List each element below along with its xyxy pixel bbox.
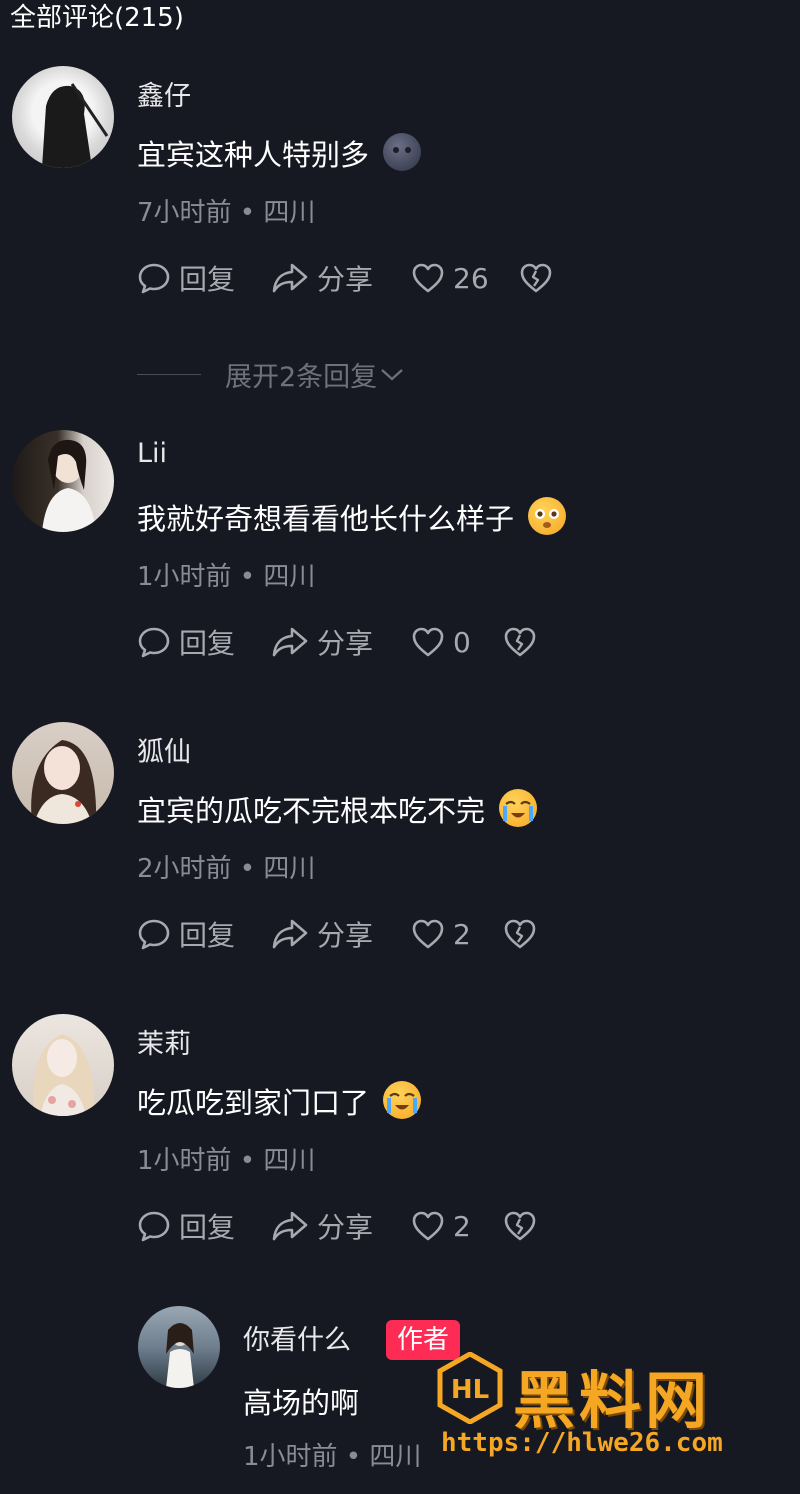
share-label: 分享 bbox=[317, 1211, 374, 1244]
share-icon bbox=[272, 627, 308, 657]
comment-actions: 回复 分享 2 bbox=[137, 1206, 537, 1246]
like-count: 2 bbox=[453, 917, 471, 951]
comment-actions: 回复 分享 2 bbox=[137, 914, 537, 954]
like-button[interactable]: 2 bbox=[411, 1210, 503, 1243]
heart-icon bbox=[412, 1211, 444, 1241]
like-button[interactable]: 0 bbox=[411, 626, 503, 659]
comment-text: 宜宾这种人特别多 bbox=[137, 132, 422, 174]
reply-meta: 1小时前 • 四川 bbox=[243, 1442, 422, 1472]
comment-username[interactable]: 鑫仔 bbox=[137, 74, 191, 113]
comment-meta: 1小时前 • 四川 bbox=[137, 1146, 316, 1176]
heart-icon bbox=[412, 627, 444, 657]
reply-username[interactable]: 你看什么 bbox=[243, 1318, 351, 1357]
pleading-face-emoji bbox=[528, 497, 567, 535]
reply-icon bbox=[138, 263, 170, 294]
divider bbox=[137, 373, 201, 375]
comment-username[interactable]: 狐仙 bbox=[137, 730, 191, 769]
crying-loudly-emoji bbox=[383, 1081, 422, 1119]
avatar[interactable] bbox=[12, 430, 114, 532]
reply-icon bbox=[138, 919, 170, 950]
avatar[interactable] bbox=[12, 722, 114, 824]
dislike-button[interactable] bbox=[519, 262, 553, 294]
broken-heart-icon bbox=[504, 627, 536, 657]
reply-label: 回复 bbox=[179, 1211, 236, 1244]
reply-button[interactable]: 回复 bbox=[137, 258, 271, 298]
comment-text: 吃瓜吃到家门口了 bbox=[137, 1080, 422, 1122]
comment-actions: 回复 分享 26 bbox=[137, 258, 553, 298]
avatar[interactable] bbox=[12, 66, 114, 168]
reply-icon bbox=[138, 1211, 170, 1242]
share-label: 分享 bbox=[317, 263, 374, 296]
reply-button[interactable]: 回复 bbox=[137, 1206, 271, 1246]
broken-heart-icon bbox=[504, 919, 536, 949]
comment-username[interactable]: 茉莉 bbox=[137, 1022, 191, 1061]
comment-meta: 2小时前 • 四川 bbox=[137, 854, 316, 884]
heart-icon bbox=[412, 263, 444, 293]
reply-button[interactable]: 回复 bbox=[137, 914, 271, 954]
hl-logo-icon: HL bbox=[437, 1352, 503, 1424]
comment-meta: 1小时前 • 四川 bbox=[137, 562, 316, 592]
broken-heart-icon bbox=[520, 263, 552, 293]
expand-replies[interactable]: 展开2条回复 bbox=[137, 354, 405, 394]
dislike-button[interactable] bbox=[503, 626, 537, 658]
watermark: HL 黑料网 https://hlwe26.com bbox=[437, 1350, 767, 1470]
reply-label: 回复 bbox=[179, 263, 236, 296]
avatar[interactable] bbox=[12, 1014, 114, 1116]
expand-replies-label: 展开2条回复 bbox=[225, 361, 378, 393]
broken-heart-icon bbox=[504, 1211, 536, 1241]
comment-username[interactable]: Lii bbox=[137, 438, 167, 469]
heart-icon bbox=[412, 919, 444, 949]
share-button[interactable]: 分享 bbox=[271, 1206, 411, 1246]
watermark-title: 黑料网 bbox=[513, 1364, 712, 1437]
comment-text: 宜宾的瓜吃不完根本吃不完 bbox=[137, 788, 538, 830]
reply-label: 回复 bbox=[179, 919, 236, 952]
comment-meta: 7小时前 • 四川 bbox=[137, 198, 316, 228]
watermark-url: https://hlwe26.com bbox=[441, 1428, 723, 1458]
like-button[interactable]: 26 bbox=[411, 262, 519, 295]
dislike-button[interactable] bbox=[503, 918, 537, 950]
reply-icon bbox=[138, 627, 170, 658]
share-button[interactable]: 分享 bbox=[271, 914, 411, 954]
reply-label: 回复 bbox=[179, 627, 236, 660]
reply-text: 高场的啊 bbox=[243, 1386, 360, 1420]
reply-button[interactable]: 回复 bbox=[137, 622, 271, 662]
like-count: 26 bbox=[453, 261, 489, 295]
hl-logo-text: HL bbox=[451, 1375, 489, 1405]
share-label: 分享 bbox=[317, 627, 374, 660]
like-count: 0 bbox=[453, 625, 471, 659]
share-button[interactable]: 分享 bbox=[271, 258, 411, 298]
share-button[interactable]: 分享 bbox=[271, 622, 411, 662]
share-icon bbox=[272, 263, 308, 293]
chevron-down-icon bbox=[381, 369, 403, 381]
share-icon bbox=[272, 919, 308, 949]
comment-text: 我就好奇想看看他长什么样子 bbox=[137, 496, 567, 538]
like-button[interactable]: 2 bbox=[411, 918, 503, 951]
dislike-button[interactable] bbox=[503, 1210, 537, 1242]
dark-moon-face-emoji bbox=[383, 133, 422, 171]
share-label: 分享 bbox=[317, 919, 374, 952]
comment-actions: 回复 分享 0 bbox=[137, 622, 537, 662]
comments-header: 全部评论(215) bbox=[10, 3, 184, 33]
share-icon bbox=[272, 1211, 308, 1241]
reply-avatar[interactable] bbox=[138, 1306, 220, 1388]
like-count: 2 bbox=[453, 1209, 471, 1243]
crying-loudly-emoji bbox=[499, 789, 538, 827]
